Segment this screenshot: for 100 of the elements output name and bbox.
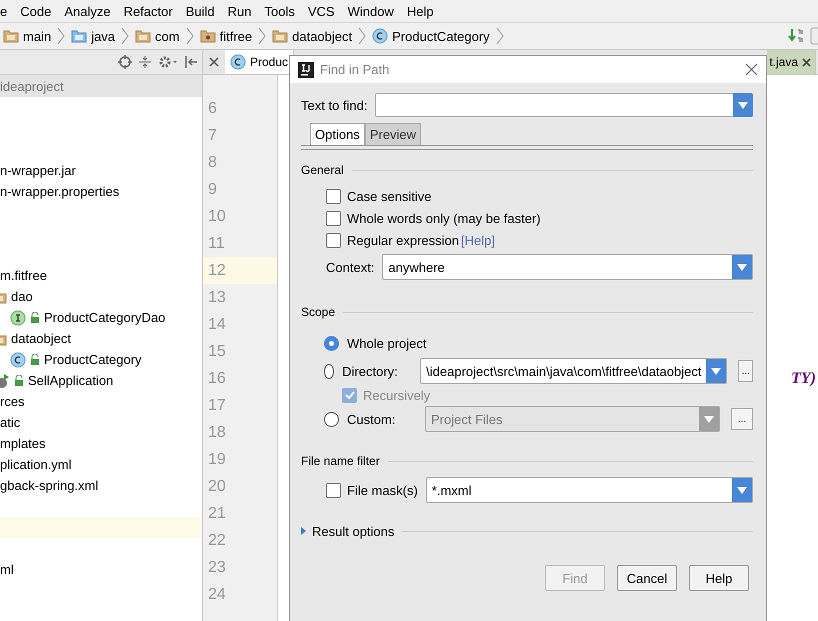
combo-box[interactable]: *.mxml — [426, 477, 753, 503]
folder-icon — [71, 29, 88, 43]
tree-item[interactable]: n-wrapper.jar — [0, 163, 76, 178]
menu-item[interactable]: Analyze — [64, 4, 111, 18]
menu-item[interactable]: VCS — [308, 4, 335, 18]
dropdown-arrow-icon[interactable] — [704, 416, 714, 422]
menu-item[interactable]: Help — [406, 4, 434, 18]
section-title: Scope — [301, 305, 336, 319]
checkbox-label: Regular expression — [347, 233, 460, 248]
checkbox-label: Case sensitive — [347, 189, 432, 204]
checkbox[interactable] — [326, 482, 341, 498]
menu-item[interactable]: Build — [186, 4, 215, 18]
folder-icon — [135, 29, 152, 43]
tab-title: t.java — [769, 55, 798, 69]
radio-button[interactable] — [324, 336, 339, 350]
close-icon[interactable] — [745, 63, 758, 76]
line-number: 24 — [207, 585, 227, 605]
line-number: 14 — [207, 315, 227, 335]
line-number: 13 — [207, 288, 227, 308]
editor-tab[interactable]: t.java — [767, 50, 816, 74]
line-number: 22 — [207, 531, 227, 551]
chevron-icon — [358, 27, 366, 45]
dialog-title: Find in Path — [320, 62, 390, 77]
section-title[interactable]: Result options — [312, 524, 394, 538]
breadcrumb[interactable]: main — [3, 28, 58, 44]
project-root[interactable]: ideaproject — [0, 75, 202, 97]
sort-icon[interactable] — [788, 28, 804, 44]
menu-item[interactable]: Code — [20, 4, 52, 18]
expand-arrow-icon[interactable] — [301, 527, 306, 535]
tree-item[interactable]: plication.yml — [0, 457, 72, 472]
tree-item[interactable]: ProductCategoryDao — [44, 310, 166, 325]
tree-item[interactable]: ml — [0, 562, 14, 577]
dropdown-arrow-icon[interactable] — [738, 102, 748, 108]
combo-box[interactable]: \ideaproject\src\main\java\com\fitfree\dataobject — [420, 358, 728, 384]
line-number: 10 — [207, 207, 227, 227]
menu-item[interactable]: Refactor — [124, 4, 173, 18]
lock-icon — [30, 312, 40, 324]
target-icon[interactable] — [118, 55, 132, 69]
help-link[interactable]: [Help] — [461, 233, 495, 248]
dropdown-arrow-icon[interactable] — [737, 264, 747, 270]
checkbox[interactable] — [326, 233, 341, 248]
line-number: 20 — [207, 477, 227, 497]
breadcrumb[interactable]: ProductCategory — [372, 28, 496, 44]
interface-icon — [10, 310, 26, 326]
tree-item[interactable]: rces — [0, 394, 25, 409]
tree-item[interactable]: dao — [11, 289, 33, 304]
menu-item[interactable]: Run — [228, 4, 252, 18]
tab[interactable]: Preview — [364, 123, 422, 145]
code-text: TY) — [791, 370, 817, 387]
line-number: 18 — [207, 423, 227, 443]
section-title: General — [301, 163, 344, 177]
settings-icon[interactable] — [158, 55, 178, 69]
tree-item[interactable]: SellApplication — [28, 373, 114, 388]
line-number: 17 — [207, 396, 227, 416]
line-number: 21 — [207, 504, 227, 524]
dropdown-arrow-icon[interactable] — [737, 486, 747, 494]
browse-button[interactable]: ... — [731, 408, 753, 430]
chevron-icon — [57, 27, 66, 45]
checkbox[interactable] — [326, 189, 341, 204]
editor-tab[interactable]: Produc — [225, 50, 294, 74]
tab[interactable]: Options — [310, 123, 365, 145]
collapse-icon[interactable] — [138, 55, 152, 69]
radio-button[interactable] — [324, 364, 334, 378]
breadcrumb[interactable]: fitfree — [200, 28, 258, 44]
tree-item[interactable]: ProductCategory — [44, 352, 142, 367]
tree-item[interactable]: gback-spring.xml — [0, 478, 98, 493]
dialog-button[interactable]: Cancel — [617, 565, 677, 591]
combo-box[interactable]: anywhere — [382, 254, 753, 280]
menu-item[interactable]: e — [0, 4, 8, 18]
menu-item[interactable]: Tools — [264, 4, 295, 18]
line-number: 8 — [207, 153, 218, 173]
tree-item[interactable]: dataobject — [11, 331, 71, 346]
radio-button[interactable] — [324, 412, 339, 426]
hide-panel-icon[interactable] — [184, 55, 198, 69]
field-label: Text to find: — [301, 98, 368, 112]
close-icon[interactable] — [209, 57, 219, 67]
close-icon[interactable] — [802, 58, 811, 66]
tree-item[interactable]: n-wrapper.properties — [0, 184, 120, 199]
breadcrumb[interactable]: com — [135, 28, 186, 44]
chevron-icon — [186, 27, 194, 45]
line-number: 15 — [207, 342, 227, 362]
search-field[interactable] — [375, 93, 733, 117]
dropdown-arrow-icon[interactable] — [711, 368, 722, 374]
line-number: 11 — [207, 234, 226, 254]
browse-button[interactable]: ... — [738, 360, 753, 382]
breadcrumb[interactable]: java — [71, 28, 122, 44]
lock-icon — [14, 374, 24, 386]
class-icon — [372, 28, 388, 44]
tree-item[interactable]: m.fitfree — [0, 268, 47, 283]
line-number: 9 — [207, 180, 218, 200]
tree-item[interactable]: mplates — [0, 436, 46, 451]
checkbox[interactable] — [326, 211, 341, 226]
line-number: 6 — [207, 99, 218, 119]
combo-box[interactable]: Project Files — [425, 406, 720, 432]
menu-item[interactable]: Window — [348, 4, 394, 18]
dialog-button[interactable]: Help — [689, 565, 749, 591]
breadcrumb[interactable]: dataobject — [272, 28, 358, 44]
package-icon — [200, 29, 216, 43]
tree-item[interactable]: atic — [0, 415, 20, 430]
line-number: 12 — [203, 257, 277, 284]
